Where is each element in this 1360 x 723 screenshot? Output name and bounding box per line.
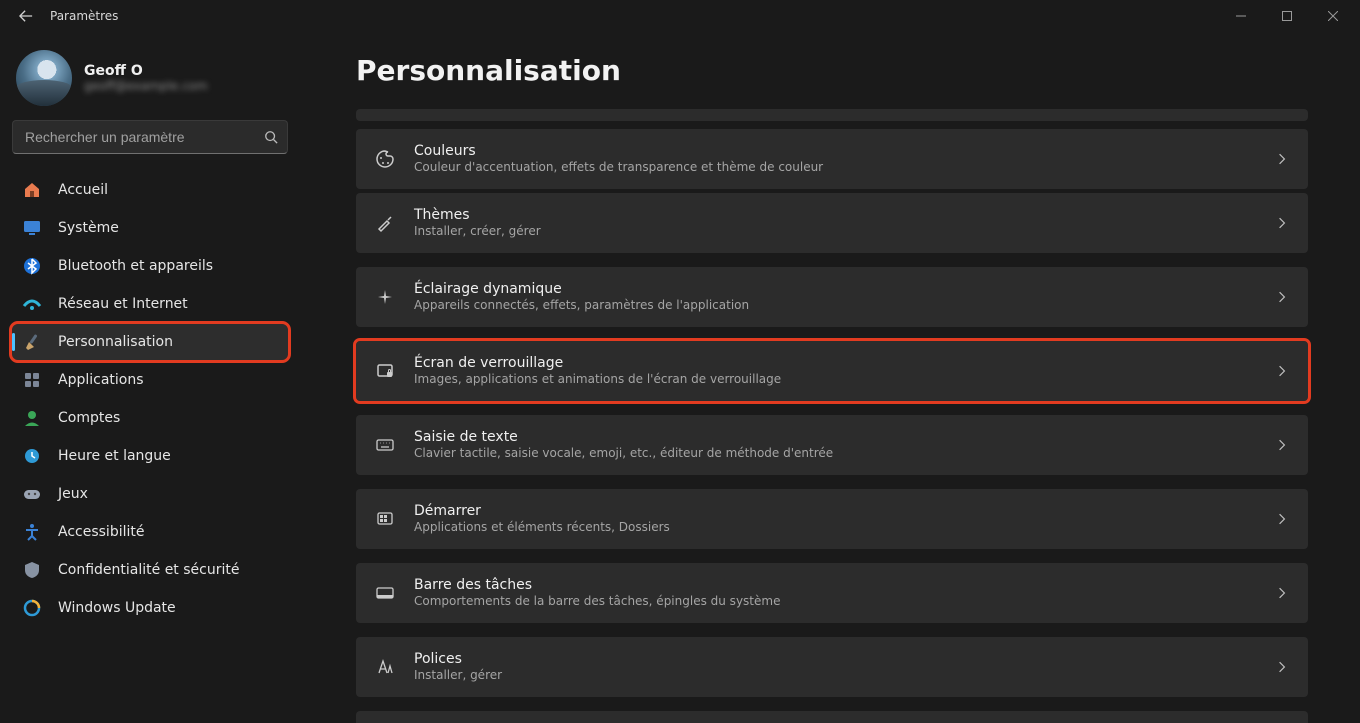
row-subtitle: Comportements de la barre des tâches, ép…: [414, 593, 1256, 609]
settings-row-saisie-de-texte[interactable]: Saisie de texteClavier tactile, saisie v…: [356, 415, 1308, 475]
row-title: Démarrer: [414, 503, 1256, 519]
partial-row: [356, 109, 1308, 121]
nav-item-heure-et-langue[interactable]: Heure et langue: [12, 438, 288, 474]
fonts-icon: [374, 656, 396, 678]
search-input[interactable]: [12, 120, 288, 154]
paintbrush-icon: [22, 332, 42, 352]
row-title: Éclairage dynamique: [414, 281, 1256, 297]
palette-icon: [374, 148, 396, 170]
titlebar: Paramètres: [0, 0, 1360, 32]
row-subtitle: Installer, créer, gérer: [414, 223, 1256, 239]
apps-icon: [22, 370, 42, 390]
nav: Accueil Système Bluetooth et appareils Rése…: [12, 172, 288, 626]
nav-item-label: Applications: [58, 372, 144, 388]
chevron-right-icon: [1274, 437, 1290, 453]
chevron-right-icon: [1274, 215, 1290, 231]
chevron-right-icon: [1274, 585, 1290, 601]
bluetooth-icon: [22, 256, 42, 276]
home-icon: [22, 180, 42, 200]
chevron-right-icon: [1274, 363, 1290, 379]
nav-item-reseau-et-internet[interactable]: Réseau et Internet: [12, 286, 288, 322]
nav-item-label: Jeux: [58, 486, 88, 502]
back-button[interactable]: [12, 2, 40, 30]
nav-item-label: Windows Update: [58, 600, 176, 616]
lockscreen-icon: [374, 360, 396, 382]
settings-row-utilisation-des-appareils[interactable]: Utilisation des appareilsSélectionnez to…: [356, 711, 1308, 723]
row-title: Thèmes: [414, 207, 1256, 223]
minimize-icon: [1236, 11, 1246, 21]
chevron-right-icon: [1274, 659, 1290, 675]
back-icon: [19, 9, 33, 23]
row-subtitle: Images, applications et animations de l'…: [414, 371, 1256, 387]
nav-item-accueil[interactable]: Accueil: [12, 172, 288, 208]
account-block[interactable]: Geoff O geoff@example.com: [12, 46, 288, 120]
maximize-button[interactable]: [1264, 0, 1310, 32]
window-title: Paramètres: [50, 9, 118, 23]
sidebar: Geoff O geoff@example.com Accueil Système…: [0, 32, 300, 723]
nav-item-applications[interactable]: Applications: [12, 362, 288, 398]
nav-item-windows-update[interactable]: Windows Update: [12, 590, 288, 626]
row-title: Écran de verrouillage: [414, 355, 1256, 371]
row-title: Couleurs: [414, 143, 1256, 159]
settings-row-eclairage-dynamique[interactable]: Éclairage dynamiqueAppareils connectés, …: [356, 267, 1308, 327]
taskbar-icon: [374, 582, 396, 604]
gaming-icon: [22, 484, 42, 504]
avatar: [16, 50, 72, 106]
settings-row-couleurs[interactable]: CouleursCouleur d'accentuation, effets d…: [356, 129, 1308, 189]
settings-row-polices[interactable]: PolicesInstaller, gérer: [356, 637, 1308, 697]
chevron-right-icon: [1274, 289, 1290, 305]
accounts-icon: [22, 408, 42, 428]
nav-item-systeme[interactable]: Système: [12, 210, 288, 246]
row-title: Saisie de texte: [414, 429, 1256, 445]
main-panel: Personnalisation CouleursCouleur d'accen…: [300, 32, 1360, 723]
keyboard-icon: [374, 434, 396, 456]
brush-icon: [374, 212, 396, 234]
nav-item-jeux[interactable]: Jeux: [12, 476, 288, 512]
row-subtitle: Installer, gérer: [414, 667, 1256, 683]
row-title: Polices: [414, 651, 1256, 667]
row-subtitle: Couleur d'accentuation, effets de transp…: [414, 159, 1256, 175]
minimize-button[interactable]: [1218, 0, 1264, 32]
accessibility-icon: [22, 522, 42, 542]
update-icon: [22, 598, 42, 618]
nav-item-personnalisation[interactable]: Personnalisation: [12, 324, 288, 360]
sparkle-icon: [374, 286, 396, 308]
nav-item-label: Confidentialité et sécurité: [58, 562, 239, 578]
row-subtitle: Clavier tactile, saisie vocale, emoji, e…: [414, 445, 1256, 461]
row-subtitle: Appareils connectés, effets, paramètres …: [414, 297, 1256, 313]
nav-item-label: Accueil: [58, 182, 108, 198]
row-subtitle: Applications et éléments récents, Dossie…: [414, 519, 1256, 535]
search-icon: [264, 130, 278, 144]
nav-item-label: Heure et langue: [58, 448, 171, 464]
close-button[interactable]: [1310, 0, 1356, 32]
network-icon: [22, 294, 42, 314]
time-lang-icon: [22, 446, 42, 466]
settings-row-barre-des-taches[interactable]: Barre des tâchesComportements de la barr…: [356, 563, 1308, 623]
close-icon: [1328, 11, 1338, 21]
nav-item-label: Bluetooth et appareils: [58, 258, 213, 274]
row-title: Barre des tâches: [414, 577, 1256, 593]
nav-item-label: Accessibilité: [58, 524, 144, 540]
account-email: geoff@example.com: [84, 79, 208, 93]
nav-item-comptes[interactable]: Comptes: [12, 400, 288, 436]
nav-item-confidentialite-et-securite[interactable]: Confidentialité et sécurité: [12, 552, 288, 588]
nav-item-bluetooth-et-appareils[interactable]: Bluetooth et appareils: [12, 248, 288, 284]
chevron-right-icon: [1274, 151, 1290, 167]
nav-item-accessibilite[interactable]: Accessibilité: [12, 514, 288, 550]
account-name: Geoff O: [84, 63, 208, 79]
nav-item-label: Système: [58, 220, 119, 236]
settings-row-themes[interactable]: ThèmesInstaller, créer, gérer: [356, 193, 1308, 253]
privacy-icon: [22, 560, 42, 580]
search-wrap: [12, 120, 288, 154]
nav-item-label: Réseau et Internet: [58, 296, 188, 312]
system-icon: [22, 218, 42, 238]
settings-row-demarrer[interactable]: DémarrerApplications et éléments récents…: [356, 489, 1308, 549]
settings-row-ecran-de-verrouillage[interactable]: Écran de verrouillageImages, application…: [356, 341, 1308, 401]
nav-item-label: Personnalisation: [58, 334, 173, 350]
nav-item-label: Comptes: [58, 410, 120, 426]
maximize-icon: [1282, 11, 1292, 21]
start-icon: [374, 508, 396, 530]
page-title: Personnalisation: [356, 54, 1308, 87]
chevron-right-icon: [1274, 511, 1290, 527]
